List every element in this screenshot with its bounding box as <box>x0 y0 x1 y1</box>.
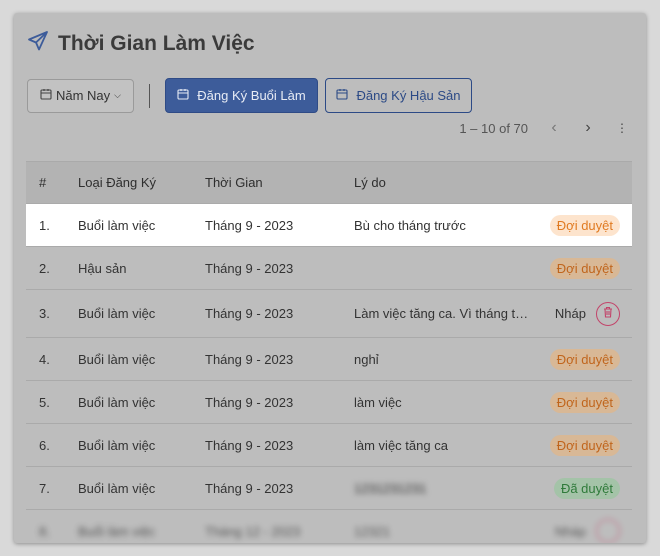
row-number: 4. <box>39 351 50 367</box>
row-status: Đợi duyệt <box>549 204 620 246</box>
table-row[interactable]: 4. Buổi làm việc Tháng 9 - 2023 nghỉ Đợi… <box>26 338 632 381</box>
row-status: Đợi duyệt <box>549 338 620 380</box>
row-time: Tháng 9 - 2023 <box>205 306 294 321</box>
table-header: # Loại Đăng Ký Thời Gian Lý do <box>26 161 632 204</box>
row-type: Buổi làm việc <box>78 351 156 367</box>
table-row[interactable]: 3. Buổi làm việc Tháng 9 - 2023 Làm việc… <box>26 290 632 338</box>
register-maternity-button[interactable]: Đăng Ký Hậu Sản <box>325 78 472 113</box>
row-number: 5. <box>39 394 50 410</box>
status-badge: Đợi duyệt <box>549 434 620 456</box>
row-time: Tháng 9 - 2023 <box>205 394 294 410</box>
table-row[interactable]: 1. Buổi làm việc Tháng 9 - 2023 Bù cho t… <box>26 204 632 247</box>
page-title: Thời Gian Làm Việc <box>58 31 255 55</box>
column-header-time: Thời Gian <box>205 175 263 190</box>
table-row[interactable]: 6. Buổi làm việc Tháng 9 - 2023 làm việc… <box>26 424 632 467</box>
row-type: Buổi làm việc <box>78 437 156 453</box>
next-page-icon[interactable]: › <box>580 119 596 137</box>
row-status: Đợi duyệt <box>549 247 620 289</box>
pagination: 1 – 10 of 70 ‹ › ⋮ <box>459 119 630 137</box>
table-row[interactable]: 8. Buổi làm việc Tháng 12 - 2023 12321 N… <box>26 510 632 543</box>
row-time: Tháng 9 - 2023 <box>205 480 294 496</box>
row-status: Đợi duyệt <box>549 424 620 466</box>
table-row[interactable]: 7. Buổi làm việc Tháng 9 - 2023 12312312… <box>26 467 632 510</box>
page-header: Thời Gian Làm Việc <box>26 29 255 58</box>
status-badge: Nháp <box>554 523 586 539</box>
row-reason: nghỉ <box>354 351 379 367</box>
row-number: 2. <box>39 260 50 276</box>
row-time: Tháng 9 - 2023 <box>205 217 294 233</box>
toolbar-divider <box>149 83 150 108</box>
column-header-reason: Lý do <box>354 175 386 190</box>
row-number: 8. <box>39 523 50 539</box>
column-header-number: # <box>39 175 47 190</box>
work-time-card: Thời Gian Làm Việc Năm Nay ⌵ Đăng Ký Buổ… <box>14 13 646 543</box>
more-options-icon[interactable]: ⋮ <box>614 121 630 135</box>
previous-page-icon[interactable]: ‹ <box>546 119 562 137</box>
status-badge: Đã duyệt <box>553 477 620 499</box>
register-maternity-label: Đăng Ký Hậu Sản <box>356 88 461 103</box>
row-number: 7. <box>39 480 50 496</box>
table-row[interactable]: 2. Hậu sản Tháng 9 - 2023 Đợi duyệt <box>26 247 632 290</box>
calendar-icon <box>336 88 349 103</box>
row-time: Tháng 9 - 2023 <box>205 351 294 367</box>
pagination-range: 1 – 10 of 70 <box>459 120 528 136</box>
row-status: Nháp <box>553 510 620 543</box>
register-work-session-label: Đăng Ký Buổi Làm <box>197 88 306 103</box>
register-work-session-button[interactable]: Đăng Ký Buổi Làm <box>165 78 318 113</box>
row-number: 3. <box>39 306 50 321</box>
row-time: Tháng 12 - 2023 <box>205 523 301 539</box>
row-type: Hậu sản <box>78 260 127 276</box>
row-reason <box>354 247 532 289</box>
row-status: Nháp <box>553 290 620 337</box>
row-reason: 1231231231 <box>354 480 427 496</box>
paper-plane-icon <box>26 29 50 58</box>
row-type: Buổi làm việc <box>78 523 156 539</box>
row-time: Tháng 9 - 2023 <box>205 437 294 453</box>
registrations-table: # Loại Đăng Ký Thời Gian Lý do 1. Buổi l… <box>26 161 632 543</box>
status-badge: Đợi duyệt <box>549 348 620 370</box>
delete-button[interactable] <box>596 301 620 326</box>
row-reason: làm việc <box>354 394 402 410</box>
year-filter-button[interactable]: Năm Nay ⌵ <box>27 78 134 113</box>
row-reason: Bù cho tháng trước <box>354 217 466 233</box>
column-header-type: Loại Đăng Ký <box>78 175 157 190</box>
row-type: Buổi làm việc <box>78 394 156 410</box>
toolbar: Năm Nay ⌵ Đăng Ký Buổi Làm Đăng Ký Hậu S… <box>27 78 472 113</box>
row-status: Đã duyệt <box>553 467 620 509</box>
row-type: Buổi làm việc <box>78 306 156 321</box>
row-reason: làm việc tăng ca <box>354 437 448 453</box>
table-row[interactable]: 5. Buổi làm việc Tháng 9 - 2023 làm việc… <box>26 381 632 424</box>
row-reason: Làm việc tăng ca. Vì tháng trư... <box>354 306 532 321</box>
row-time: Tháng 9 - 2023 <box>205 260 294 276</box>
trash-icon <box>603 306 613 321</box>
delete-button[interactable] <box>596 519 620 543</box>
calendar-icon <box>40 88 52 103</box>
chevron-down-icon: ⌵ <box>114 90 121 100</box>
row-status: Đợi duyệt <box>549 381 620 423</box>
row-number: 1. <box>39 217 50 233</box>
status-badge: Nháp <box>554 306 586 321</box>
row-type: Buổi làm việc <box>78 217 156 233</box>
calendar-icon <box>177 88 189 103</box>
row-number: 6. <box>39 437 50 453</box>
status-badge: Đợi duyệt <box>549 391 620 413</box>
row-type: Buổi làm việc <box>78 480 156 496</box>
status-badge: Đợi duyệt <box>549 214 620 236</box>
year-filter-label: Năm Nay <box>55 88 111 103</box>
status-badge: Đợi duyệt <box>549 257 620 279</box>
row-reason: 12321 <box>354 523 391 539</box>
